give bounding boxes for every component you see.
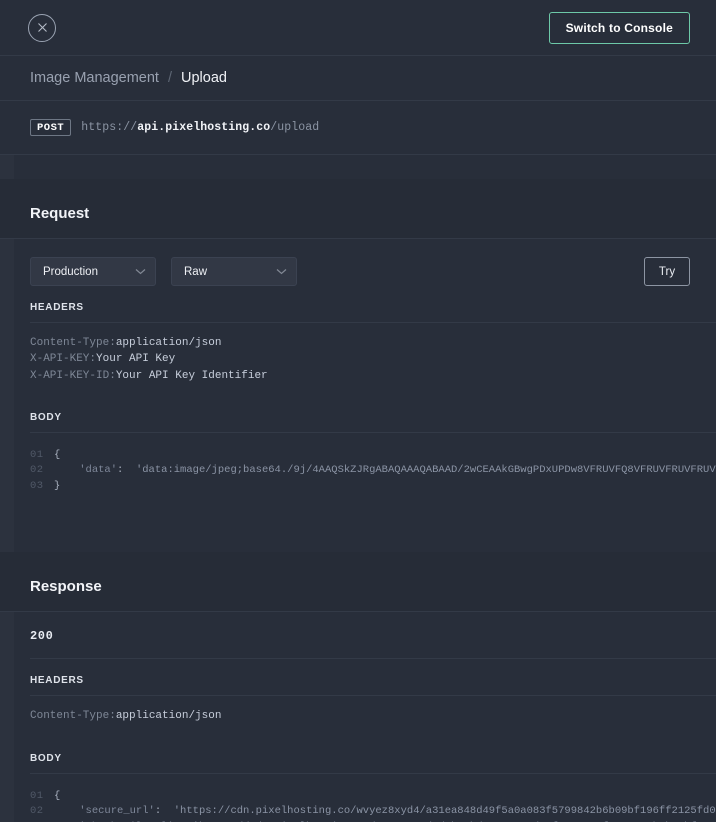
breadcrumb-current: Upload xyxy=(181,70,227,86)
code-sep: : xyxy=(117,464,136,477)
line-number: 02 xyxy=(30,464,44,477)
code-line: 02 'data': 'data:image/jpeg;base64./9j/4… xyxy=(30,463,716,479)
response-headers-list: Content-Type:application/json xyxy=(30,696,716,738)
header-key: X-API-KEY: xyxy=(30,353,97,366)
response-headers-label: HEADERS xyxy=(30,675,84,687)
request-controls: Production Raw Try xyxy=(0,239,716,302)
chevron-down-icon xyxy=(276,269,287,275)
request-body-label: BODY xyxy=(30,411,62,423)
api-docs-panel: Switch to Console Image Management / Upl… xyxy=(0,0,716,822)
request-section-header: Request xyxy=(0,179,716,239)
response-status-row: 200 xyxy=(0,612,716,658)
switch-to-console-button[interactable]: Switch to Console xyxy=(548,11,690,44)
header-key: Content-Type: xyxy=(30,710,116,723)
response-body-code: 01 { 02 'secure_url': 'https://cdn.pixelh… xyxy=(30,774,716,822)
code-text: { xyxy=(54,789,61,802)
code-sep: : xyxy=(154,805,174,818)
code-line: 01 { xyxy=(30,789,716,805)
line-number: 01 xyxy=(30,789,44,802)
code-line: 01 { xyxy=(30,448,716,464)
http-method-badge: POST xyxy=(30,119,72,136)
format-select-value: Raw xyxy=(184,265,208,278)
request-headers-label: HEADERS xyxy=(30,302,84,313)
status-badge: 200 xyxy=(30,629,54,644)
response-section-header: Response xyxy=(0,552,716,613)
close-x-glyph xyxy=(37,23,47,32)
environment-select-value: Production xyxy=(43,265,98,278)
format-select[interactable]: Raw xyxy=(171,257,297,286)
code-value: 'data:image/jpeg;base64./9j/4AAQSkZJRgAB… xyxy=(135,464,716,477)
code-value: 'https://cdn.pixelhosting.co/wvyez8xyd4/… xyxy=(173,805,716,818)
response-headers-block: HEADERS Content-Type:application/json xyxy=(0,675,716,738)
url-scheme: https:// xyxy=(81,121,138,134)
line-number: 01 xyxy=(30,448,44,461)
code-text: } xyxy=(54,479,61,492)
breadcrumb-parent[interactable]: Image Management xyxy=(30,70,159,86)
header-value: Your API Key xyxy=(96,353,176,366)
header-row: X-API-KEY-ID:Your API Key Identifier xyxy=(30,368,716,384)
header-row: Content-Type:application/json xyxy=(30,335,716,351)
code-key: 'data' xyxy=(79,464,118,477)
breadcrumb-separator: / xyxy=(167,70,172,86)
header-key: Content-Type: xyxy=(30,337,116,349)
code-line: 03} xyxy=(30,479,716,495)
line-number: 02 xyxy=(30,805,44,818)
code-key: 'secure_url' xyxy=(79,805,155,818)
request-headers-block: HEADERS Content-Type:application/json X-… xyxy=(0,302,716,398)
endpoint-url: https://api.pixelhosting.co/upload xyxy=(81,121,319,134)
code-line: 02 'secure_url': 'https://cdn.pixelhosti… xyxy=(30,804,716,820)
breadcrumb: Image Management / Upload xyxy=(0,56,716,101)
endpoint-row: POST https://api.pixelhosting.co/upload xyxy=(0,101,716,155)
close-icon[interactable] xyxy=(28,13,56,42)
url-host: api.pixelhosting.co xyxy=(137,121,271,134)
try-button[interactable]: Try xyxy=(644,257,690,286)
header-value: Your API Key Identifier xyxy=(115,369,268,382)
request-body-block: BODY 01 { 02 'data': 'data:image/jpeg;bas… xyxy=(0,412,716,507)
response-body-label: BODY xyxy=(30,752,62,764)
request-title: Request xyxy=(30,205,90,222)
request-body-code: 01 { 02 'data': 'data:image/jpeg;base64./… xyxy=(30,433,716,507)
response-body-block: BODY 01 { 02 'secure_url': 'https://cdn.p… xyxy=(0,753,716,822)
response-title: Response xyxy=(30,578,102,596)
header-row: X-API-KEY:Your API Key xyxy=(30,351,716,367)
header-value: application/json xyxy=(115,710,222,723)
line-number: 03 xyxy=(30,479,44,492)
chevron-down-icon xyxy=(135,269,146,275)
code-text: { xyxy=(54,448,61,461)
request-headers-list: Content-Type:application/json X-API-KEY:… xyxy=(30,323,716,398)
environment-select[interactable]: Production xyxy=(30,257,156,286)
top-bar: Switch to Console xyxy=(0,0,716,56)
header-value: application/json xyxy=(115,337,222,349)
request-selects: Production Raw xyxy=(30,257,297,286)
header-key: X-API-KEY-ID: xyxy=(30,369,116,382)
url-path: /upload xyxy=(270,121,320,134)
header-row: Content-Type:application/json xyxy=(30,708,716,724)
